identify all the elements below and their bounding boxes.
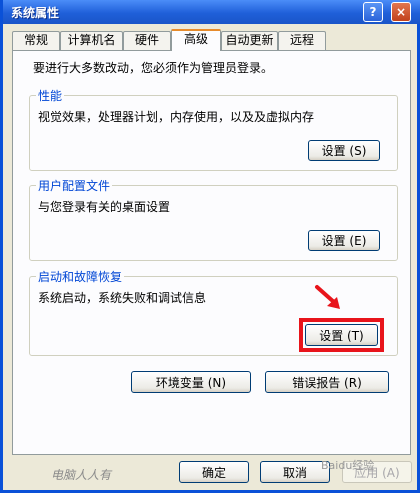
startup-recovery-group-title: 启动和故障恢复 (36, 268, 125, 285)
user-profiles-settings-button[interactable]: 设置 (E) (308, 230, 380, 251)
tab-remote[interactable]: 远程 (278, 31, 326, 50)
highlight-box (299, 318, 384, 352)
environment-variables-button[interactable]: 环境变量 (N) (131, 371, 251, 393)
performance-group-title: 性能 (36, 87, 65, 104)
ok-button[interactable]: 确定 (179, 461, 249, 483)
baidu-watermark: Baidu经验 (319, 455, 420, 493)
tab-automatic-updates[interactable]: 自动更新 (221, 31, 278, 50)
title-bar[interactable]: 系统属性 ? × (3, 0, 420, 24)
performance-description: 视觉效果，处理器计划，内存使用，以及及虚拟内存 (38, 110, 315, 124)
window-title: 系统属性 (11, 6, 60, 20)
pointer-arrow-icon (315, 285, 340, 309)
close-button[interactable]: × (391, 2, 411, 22)
startup-recovery-description: 系统启动，系统失败和调试信息 (38, 291, 207, 305)
performance-settings-button[interactable]: 设置 (S) (308, 140, 380, 161)
tab-computer-name[interactable]: 计算机名 (60, 31, 123, 50)
user-profiles-group-title: 用户配置文件 (36, 177, 113, 194)
error-reporting-button[interactable]: 错误报告 (R) (265, 371, 389, 393)
user-profiles-description: 与您登录有关的桌面设置 (38, 200, 171, 214)
tab-general[interactable]: 常规 (12, 31, 60, 50)
system-properties-window: 系统属性 ? × 常规 计算机名 硬件 高级 自动更新 远程 要进行大多数改动，… (0, 0, 420, 493)
close-icon: × (395, 5, 407, 19)
help-button[interactable]: ? (363, 2, 383, 22)
baidu-watermark-text: Baidu经验 (321, 459, 375, 472)
admin-note: 要进行大多数改动，您必须作为管理员登录。 (33, 61, 274, 75)
help-icon: ? (369, 5, 377, 19)
tab-advanced[interactable]: 高级 (171, 29, 221, 51)
tab-hardware[interactable]: 硬件 (123, 31, 171, 50)
watermark-left: 电脑人人有 (51, 468, 112, 482)
